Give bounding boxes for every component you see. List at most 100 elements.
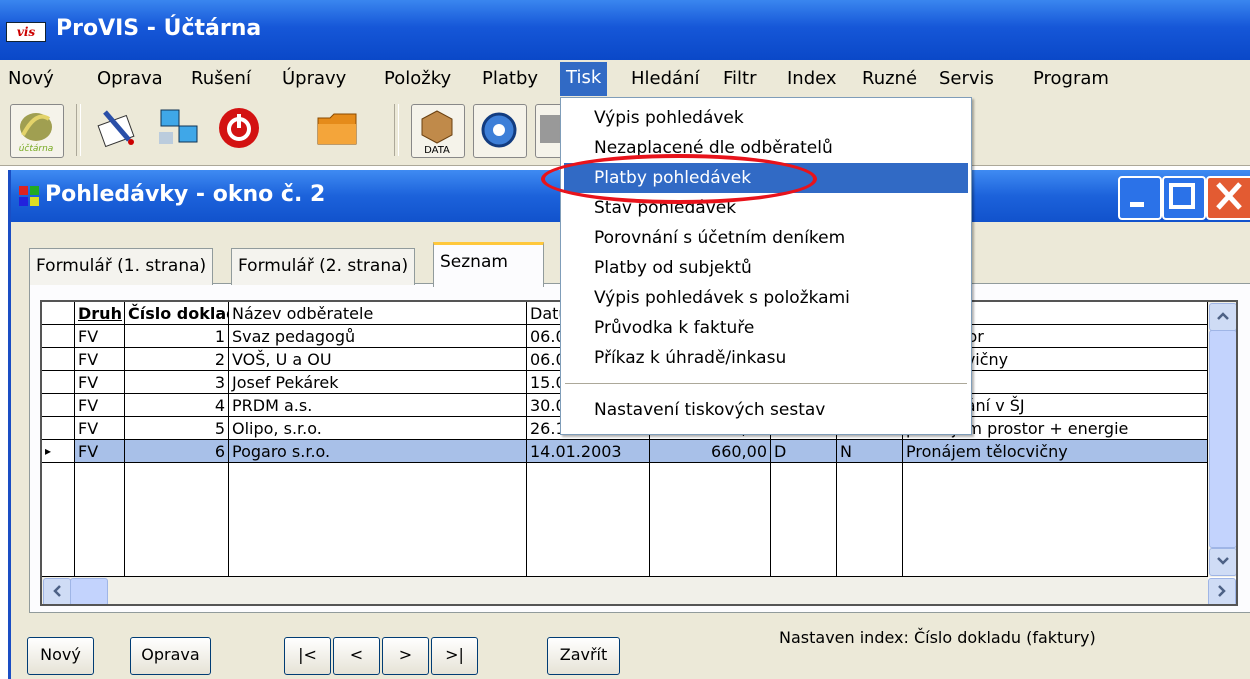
vertical-scroll-thumb[interactable] [1209, 330, 1236, 548]
menu-hledani[interactable]: Hledání [631, 68, 699, 89]
menu-servis[interactable]: Servis [939, 68, 994, 89]
grid-header-cislo[interactable]: Číslo doklad [125, 302, 229, 325]
cell-cislo[interactable]: 4 [125, 394, 229, 417]
horizontal-scroll-thumb[interactable] [70, 578, 108, 604]
menu-item-nastaveni-sestav[interactable]: Nastavení tiskových sestav [564, 395, 968, 425]
cell-druh[interactable]: FV [75, 394, 125, 417]
cell-castka[interactable]: 660,00 [650, 440, 771, 463]
grid-row-indicator[interactable] [42, 325, 75, 348]
cell-cislo[interactable]: 1 [125, 325, 229, 348]
grid-row-indicator[interactable] [42, 371, 75, 394]
menu-novy[interactable]: Nový [8, 68, 54, 89]
child-window-title: Pohledávky - okno č. 2 [45, 182, 326, 207]
scroll-down-button[interactable] [1209, 548, 1236, 576]
menu-polozky[interactable]: Položky [384, 68, 451, 89]
power-icon[interactable] [216, 106, 262, 150]
cell-nazev[interactable]: PRDM a.s. [229, 394, 527, 417]
cell-datum[interactable]: 14.01.2003 [527, 440, 650, 463]
cell-nazev[interactable]: Josef Pekárek [229, 371, 527, 394]
cell-druh[interactable]: FV [75, 348, 125, 371]
cell-druh[interactable]: FV [75, 371, 125, 394]
menu-item-pruvodka[interactable]: Průvodka k faktuře [564, 313, 968, 343]
cell-druh[interactable]: FV [75, 417, 125, 440]
data-box-icon: DATA [421, 110, 453, 156]
menu-item-vypis-pohledavek[interactable]: Výpis pohledávek [564, 103, 968, 133]
close-window-button[interactable] [1206, 176, 1250, 220]
menu-tisk[interactable]: Tisk [560, 62, 608, 96]
menu-ruzne[interactable]: Ruzné [862, 68, 917, 89]
scroll-up-button[interactable] [1209, 303, 1236, 331]
minimize-icon [1130, 202, 1144, 207]
network-computers-icon[interactable] [157, 106, 203, 150]
maximize-button[interactable] [1162, 176, 1206, 220]
svg-text:účtárna: účtárna [19, 143, 54, 154]
pen-and-paper-icon[interactable] [95, 106, 141, 150]
menu-filtr[interactable]: Filtr [723, 68, 757, 89]
close-button[interactable]: Zavřít [547, 637, 620, 675]
cell-nazev[interactable]: Pogaro s.r.o. [229, 440, 527, 463]
close-icon [1216, 182, 1242, 210]
uctarna-button[interactable]: účtárna [10, 104, 64, 158]
data-button[interactable]: DATA [411, 104, 465, 158]
window-icon [19, 186, 39, 206]
next-record-button[interactable]: > [382, 637, 429, 675]
chevron-down-icon [1217, 557, 1229, 565]
scroll-right-button[interactable] [1208, 578, 1236, 604]
grid-row-indicator[interactable] [42, 348, 75, 371]
menu-ruseni[interactable]: Rušení [191, 68, 251, 89]
horizontal-scrollbar[interactable] [42, 577, 1208, 604]
app-logo-icon: vis [6, 22, 46, 42]
cell-druh[interactable]: FV [75, 325, 125, 348]
last-record-button[interactable]: >| [431, 637, 478, 675]
grid-row-indicator[interactable] [42, 394, 75, 417]
tab-formular-1[interactable]: Formulář (1. strana) [29, 248, 214, 285]
toolbar-separator [76, 104, 81, 156]
uctarna-logo-icon: účtárna [19, 113, 54, 154]
cell-cislo[interactable]: 3 [125, 371, 229, 394]
gears-icon [481, 112, 517, 148]
scroll-left-button[interactable] [43, 578, 71, 604]
menu-item-platby-od-subjektu[interactable]: Platby od subjektů [564, 253, 968, 283]
menu-item-porovnani[interactable]: Porovnání s účetním deníkem [564, 223, 968, 253]
menu-oprava[interactable]: Oprava [97, 68, 163, 89]
chevron-right-icon [1218, 585, 1226, 597]
folder-icon[interactable] [314, 106, 360, 150]
minimize-button[interactable] [1118, 176, 1162, 220]
cell-typ[interactable]: D [771, 440, 837, 463]
menu-item-prikaz[interactable]: Příkaz k úhradě/inkasu [564, 343, 968, 373]
vertical-scrollbar[interactable] [1208, 302, 1236, 577]
edit-button[interactable]: Oprava [130, 637, 211, 675]
index-status-label: Nastaven index: Číslo dokladu (faktury) [779, 628, 1096, 647]
cell-cislo[interactable]: 5 [125, 417, 229, 440]
tab-formular-2[interactable]: Formulář (2. strana) [231, 248, 416, 285]
menu-program[interactable]: Program [1033, 68, 1109, 89]
cell-cislo[interactable]: 2 [125, 348, 229, 371]
cell-nazev[interactable]: VOŠ, U a OU [229, 348, 527, 371]
app-titlebar: vis ProVIS - Účtárna [0, 0, 1250, 60]
menu-item-vypis-s-polozkami[interactable]: Výpis pohledávek s položkami [564, 283, 968, 313]
grid-empty-cell [527, 463, 650, 577]
tab-seznam[interactable]: Seznam [433, 242, 544, 287]
cell-druh[interactable]: FV [75, 440, 125, 463]
first-record-button[interactable]: |< [284, 637, 331, 675]
tisk-dropdown-menu: Výpis pohledávek Nezaplacené dle odběrat… [560, 97, 972, 435]
new-button[interactable]: Nový [27, 637, 94, 675]
cell-priznak[interactable]: N [837, 440, 903, 463]
menu-index[interactable]: Index [787, 68, 837, 89]
menu-platby[interactable]: Platby [482, 68, 538, 89]
gears-button[interactable] [473, 104, 527, 158]
maximize-icon [1169, 183, 1195, 209]
grid-header-nazev[interactable]: Název odběratele [229, 302, 527, 325]
grid-row-indicator[interactable] [42, 417, 75, 440]
grid-empty-cell [771, 463, 837, 577]
cell-cislo[interactable]: 6 [125, 440, 229, 463]
grid-header-druh[interactable]: Druh [75, 302, 125, 325]
cell-nazev[interactable]: Olipo, s.r.o. [229, 417, 527, 440]
toolbar-separator [394, 104, 399, 156]
grid-header-indicator [42, 302, 75, 325]
cell-nazev[interactable]: Svaz pedagogů [229, 325, 527, 348]
prev-record-button[interactable]: < [333, 637, 380, 675]
menu-upravy[interactable]: Úpravy [282, 68, 346, 89]
chevron-left-icon [53, 585, 61, 597]
cell-text[interactable]: Pronájem tělocvičny [903, 440, 1208, 463]
